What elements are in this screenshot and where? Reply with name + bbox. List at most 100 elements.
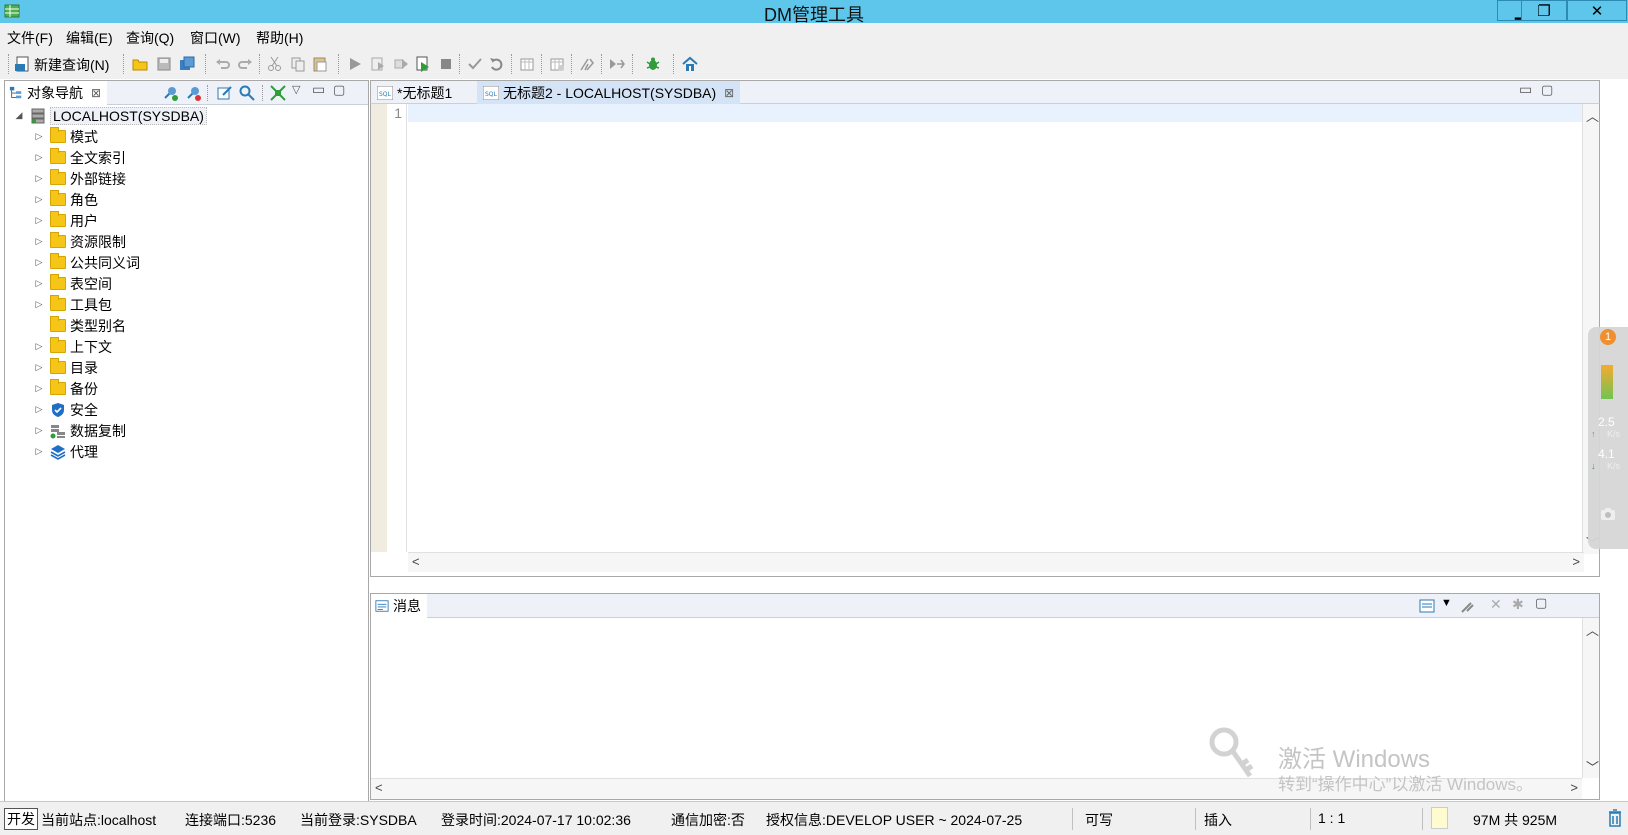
minimize-panel-icon[interactable]: ▭ xyxy=(312,81,325,98)
tree-item[interactable]: 类型别名 xyxy=(34,315,126,336)
menu-file[interactable]: 文件(F) xyxy=(7,28,53,48)
remove-all-icon[interactable]: ✱ xyxy=(1512,596,1524,613)
tree-item[interactable]: ▷ 模式 xyxy=(34,126,98,147)
garbage-collect-icon[interactable] xyxy=(1608,809,1622,827)
commit-icon[interactable] xyxy=(467,56,483,72)
menu-query[interactable]: 查询(Q) xyxy=(126,28,174,48)
close-button[interactable]: ✕ xyxy=(1567,0,1627,21)
minimize-editor-icon[interactable]: ▭ xyxy=(1519,81,1532,98)
messages-vertical-scrollbar[interactable]: ︿ ﹀ xyxy=(1582,618,1599,778)
tree-item[interactable]: ▷ 表空间 xyxy=(34,273,112,294)
connect-icon[interactable] xyxy=(162,85,178,101)
paste-icon[interactable] xyxy=(312,56,328,72)
maximize-messages-icon[interactable]: ▢ xyxy=(1535,595,1547,611)
tree-item-label: 外部链接 xyxy=(70,170,126,187)
format-icon[interactable] xyxy=(579,56,595,72)
close-tab-icon[interactable]: ⊠ xyxy=(724,86,734,100)
disconnect-icon[interactable] xyxy=(185,85,201,101)
view-menu-icon[interactable]: ▽ xyxy=(292,83,300,96)
menu-help[interactable]: 帮助(H) xyxy=(256,28,303,48)
tree-item[interactable]: ▷ 全文索引 xyxy=(34,147,126,168)
maximize-button[interactable]: ❐ xyxy=(1521,0,1567,21)
console-icon[interactable] xyxy=(1419,599,1435,613)
expand-icon[interactable]: ▷ xyxy=(34,236,44,247)
clear-icon[interactable] xyxy=(1459,598,1475,614)
tree-root[interactable]: ◢ LOCALHOST(SYSDBA) xyxy=(14,105,207,126)
new-query-button[interactable]: 新建查询(N) xyxy=(34,55,109,75)
expand-icon[interactable]: ▷ xyxy=(34,383,44,394)
expand-icon[interactable]: ▷ xyxy=(34,341,44,352)
expand-icon[interactable]: ▷ xyxy=(34,173,44,184)
tree-item[interactable]: ▷ 代理 xyxy=(34,441,98,462)
save-all-icon[interactable] xyxy=(179,56,195,72)
scroll-right-icon[interactable]: > xyxy=(1570,780,1578,795)
tree-item[interactable]: ▷ 公共同义词 xyxy=(34,252,140,273)
download-unit: K/s xyxy=(1607,461,1621,471)
expand-icon[interactable]: ▷ xyxy=(34,446,44,457)
menu-edit[interactable]: 编辑(E) xyxy=(66,28,113,48)
collapse-icon[interactable]: ◢ xyxy=(14,110,24,121)
menu-window[interactable]: 窗口(W) xyxy=(190,28,241,48)
tree-item[interactable]: ▷ 角色 xyxy=(34,189,98,210)
copy-icon[interactable] xyxy=(290,56,306,72)
home-icon[interactable] xyxy=(682,56,698,72)
expand-icon[interactable]: ▷ xyxy=(34,194,44,205)
expand-icon[interactable]: ▷ xyxy=(34,257,44,268)
debug-icon[interactable] xyxy=(645,56,661,72)
camera-icon[interactable] xyxy=(1600,507,1616,521)
expand-all-icon[interactable] xyxy=(270,85,286,101)
expand-icon[interactable]: ▷ xyxy=(34,152,44,163)
expand-icon[interactable]: ▷ xyxy=(34,404,44,415)
scroll-down-icon[interactable]: ﹀ xyxy=(1586,757,1599,776)
tab-untitled-1[interactable]: SQL *无标题1 xyxy=(371,81,458,104)
scroll-up-icon[interactable]: ︿ xyxy=(1586,106,1599,125)
scroll-left-icon[interactable]: < xyxy=(375,780,383,795)
compare-icon[interactable] xyxy=(609,56,625,72)
undo-icon[interactable] xyxy=(215,56,231,72)
expand-icon[interactable]: ▷ xyxy=(34,278,44,289)
close-tab-icon[interactable]: ⊠ xyxy=(91,86,101,100)
rollback-icon[interactable] xyxy=(489,56,505,72)
expand-icon[interactable]: ▷ xyxy=(34,425,44,436)
tree-item[interactable]: ▷ 工具包 xyxy=(34,294,112,315)
tree-item[interactable]: ▷ 数据复制 xyxy=(34,420,126,441)
network-monitor-widget[interactable]: 1 2.5 ↑ K/s 4.1 ↓ K/s xyxy=(1588,327,1628,549)
redo-icon[interactable] xyxy=(237,56,253,72)
edit-icon[interactable] xyxy=(217,85,233,101)
search-icon[interactable] xyxy=(239,85,255,101)
save-icon[interactable] xyxy=(156,56,172,72)
tree-item[interactable]: ▷ 安全 xyxy=(34,399,98,420)
dropdown-icon[interactable]: ▼ xyxy=(1441,597,1452,609)
tab-messages[interactable]: 消息 xyxy=(371,594,427,618)
expand-icon[interactable]: ▷ xyxy=(34,131,44,142)
tree-item[interactable]: ▷ 备份 xyxy=(34,378,98,399)
new-query-icon[interactable] xyxy=(15,56,31,72)
run-script-icon[interactable] xyxy=(415,56,431,72)
expand-icon[interactable]: ▷ xyxy=(34,299,44,310)
schedule-icon[interactable] xyxy=(549,56,565,72)
tree-item[interactable]: ▷ 资源限制 xyxy=(34,231,126,252)
explain-plan-icon[interactable] xyxy=(519,56,535,72)
editor-horizontal-scrollbar[interactable]: < > xyxy=(408,552,1584,572)
remove-icon[interactable]: ✕ xyxy=(1490,596,1502,613)
scroll-up-icon[interactable]: ︿ xyxy=(1586,620,1599,639)
scroll-right-icon[interactable]: > xyxy=(1572,554,1580,569)
tree-item[interactable]: ▷ 目录 xyxy=(34,357,98,378)
tree-item[interactable]: ▷ 外部链接 xyxy=(34,168,126,189)
sql-editor[interactable]: 1 ︿ ﹀ < > xyxy=(370,104,1600,577)
tab-untitled-2[interactable]: SQL 无标题2 - LOCALHOST(SYSDBA) ⊠ xyxy=(477,81,741,104)
tree-item[interactable]: ▷ 用户 xyxy=(34,210,98,231)
stop-icon[interactable] xyxy=(438,56,454,72)
run-step-icon[interactable] xyxy=(393,56,409,72)
cut-icon[interactable] xyxy=(267,56,283,72)
tab-object-navigator[interactable]: 对象导航 ⊠ xyxy=(5,81,108,105)
run-icon[interactable] xyxy=(347,56,363,72)
scroll-left-icon[interactable]: < xyxy=(412,554,420,569)
maximize-panel-icon[interactable]: ▢ xyxy=(333,82,345,98)
run-selection-icon[interactable] xyxy=(370,56,386,72)
tree-item[interactable]: ▷ 上下文 xyxy=(34,336,112,357)
maximize-editor-icon[interactable]: ▢ xyxy=(1541,82,1553,98)
expand-icon[interactable]: ▷ xyxy=(34,362,44,373)
open-icon[interactable] xyxy=(132,56,148,72)
expand-icon[interactable]: ▷ xyxy=(34,215,44,226)
